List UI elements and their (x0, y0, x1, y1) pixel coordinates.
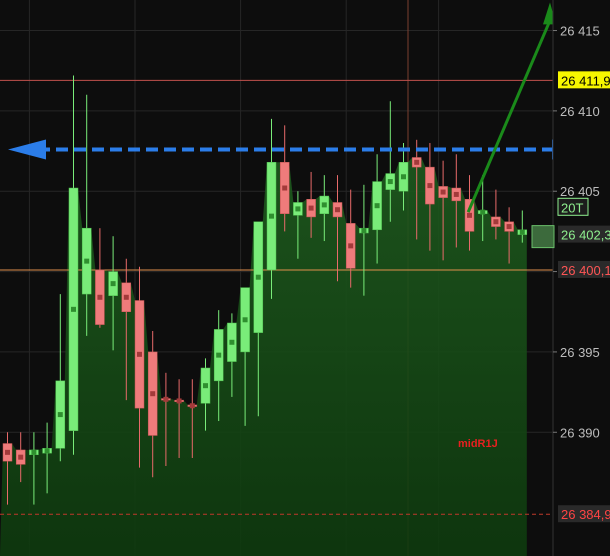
candle-marker (282, 185, 288, 191)
candle-marker (31, 449, 37, 455)
candle-marker (414, 159, 420, 165)
candle-marker (242, 317, 248, 323)
y-tick-label: 26 390 (560, 425, 600, 440)
candle-marker (110, 281, 116, 287)
current-price-marker (531, 225, 555, 249)
candle-marker (44, 448, 50, 454)
candle-marker (137, 351, 142, 357)
candle-marker (348, 243, 354, 249)
candle-marker (97, 294, 103, 300)
candle-marker (176, 398, 182, 404)
y-tick-label: 26 410 (560, 104, 600, 119)
candle-marker (163, 396, 169, 402)
y-tick-label: 26 415 (560, 24, 600, 39)
low-line-label: 26 400,1 (561, 263, 610, 278)
candle-marker (57, 412, 63, 418)
price-area-fill (0, 157, 527, 556)
candle-marker (203, 383, 208, 389)
trading-chart: 26 41526 41026 40526 40026 39526 39026 4… (0, 0, 610, 556)
study-annotation: midR1J (458, 438, 498, 450)
last-price-label: 26 402,3 (561, 228, 610, 243)
candle-marker (427, 183, 433, 189)
timeframe-label: 20T (561, 200, 583, 215)
candle-marker (308, 205, 314, 211)
candle-marker (480, 209, 486, 215)
candle-marker (123, 294, 129, 300)
candle-marker (506, 224, 512, 230)
candle-marker (216, 352, 222, 358)
green-arrow-line (466, 19, 552, 213)
candle-marker (361, 228, 367, 234)
candle-marker (189, 403, 195, 409)
candlestick-chart: 26 41526 41026 40526 40026 39526 39026 4… (0, 0, 610, 556)
candle-marker (467, 212, 472, 218)
candle-marker (493, 219, 499, 225)
candle-marker (84, 258, 90, 264)
candle-marker (387, 179, 393, 185)
high-line-label: 26 411,9 (561, 73, 610, 88)
candle-marker (295, 206, 301, 212)
support-line-label: 26 384,9 (561, 507, 610, 522)
y-tick-label: 26 405 (560, 184, 600, 199)
candle-marker (5, 449, 10, 455)
candle-marker (335, 207, 340, 213)
candle-marker (71, 306, 76, 312)
candle-marker (255, 274, 261, 280)
candle-marker (440, 189, 446, 195)
candle-marker (401, 174, 406, 180)
candle-marker (150, 391, 156, 397)
candle-marker (18, 454, 24, 460)
candle-marker (374, 203, 380, 209)
candle-marker (321, 202, 327, 208)
y-tick-label: 26 395 (560, 345, 600, 360)
candle-marker (453, 191, 459, 197)
candle-marker (269, 213, 274, 219)
candle-marker (229, 339, 235, 345)
blue-arrow-left-head (8, 139, 46, 160)
candle-marker (519, 229, 525, 235)
